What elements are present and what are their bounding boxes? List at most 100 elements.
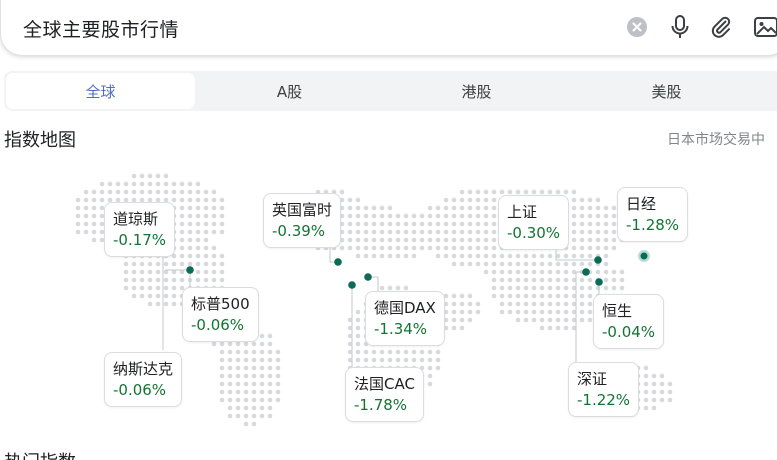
index-change: -1.34% — [374, 320, 428, 338]
map-dot — [267, 381, 273, 387]
map-dot — [171, 277, 177, 283]
index-card-dow-jones[interactable]: 道琼斯 -0.17% — [104, 202, 176, 257]
map-dot — [403, 245, 409, 251]
paperclip-icon[interactable] — [707, 13, 735, 41]
map-dot — [123, 261, 129, 267]
map-dot — [491, 213, 497, 219]
map-dot — [483, 221, 489, 227]
clear-icon[interactable] — [623, 13, 651, 41]
map-dot — [579, 285, 585, 291]
map-dot — [243, 373, 249, 379]
map-dot — [643, 365, 649, 371]
map-dot — [467, 189, 473, 195]
marker-ftse — [334, 258, 342, 266]
map-dot — [339, 245, 345, 251]
map-dot — [579, 253, 585, 259]
map-dot — [147, 173, 153, 179]
index-name: 法国CAC — [354, 375, 415, 393]
map-dot — [147, 293, 153, 299]
map-dot — [459, 325, 465, 331]
map-dot — [355, 309, 361, 315]
map-dot — [499, 309, 505, 315]
tab-hk-shares[interactable]: 港股 — [382, 73, 571, 109]
map-dot — [483, 197, 489, 203]
map-dot — [195, 221, 201, 227]
index-card-nikkei[interactable]: 日经 -1.28% — [617, 187, 689, 242]
search-query[interactable]: 全球主要股市行情 — [23, 15, 179, 42]
map-dot — [515, 189, 521, 195]
map-dot — [571, 205, 577, 211]
map-dot — [379, 285, 385, 291]
index-card-shanghai[interactable]: 上证 -0.30% — [498, 195, 570, 250]
index-card-ftse[interactable]: 英国富时 -0.39% — [263, 193, 342, 248]
map-dot — [475, 301, 481, 307]
map-dot — [587, 205, 593, 211]
tab-global[interactable]: 全球 — [6, 73, 195, 109]
map-dot — [395, 253, 401, 259]
mic-icon[interactable] — [666, 13, 694, 41]
map-dot — [123, 189, 129, 195]
map-dot — [179, 253, 185, 259]
map-dot — [411, 245, 417, 251]
map-dot — [371, 253, 377, 259]
map-dot — [523, 293, 529, 299]
map-dot — [395, 285, 401, 291]
index-card-dax[interactable]: 德国DAX -1.34% — [365, 291, 445, 346]
map-dot — [603, 229, 609, 235]
map-dot — [427, 365, 433, 371]
map-dot — [555, 261, 561, 267]
index-change: -0.06% — [113, 381, 167, 399]
index-card-hang-seng[interactable]: 恒生 -0.04% — [593, 294, 665, 349]
index-card-nasdaq[interactable]: 纳斯达克 -0.06% — [104, 352, 183, 407]
map-dot — [139, 277, 145, 283]
map-dot — [163, 261, 169, 267]
map-dot — [251, 357, 257, 363]
map-dot — [259, 357, 265, 363]
map-dot — [507, 261, 513, 267]
map-dot — [227, 341, 233, 347]
map-dot — [235, 373, 241, 379]
map-dot — [547, 317, 553, 323]
map-dot — [603, 205, 609, 211]
map-dot — [539, 317, 545, 323]
index-card-shenzhen[interactable]: 深证 -1.22% — [568, 362, 640, 417]
map-dot — [491, 245, 497, 251]
map-dot — [379, 245, 385, 251]
map-dot — [195, 269, 201, 275]
index-map: 道琼斯 -0.17% 标普500 -0.06% 纳斯达克 -0.06% 英国富时… — [0, 160, 777, 440]
map-dot — [387, 245, 393, 251]
hot-indices-heading: 热门指数 — [4, 448, 76, 460]
map-dot — [219, 373, 225, 379]
map-dot — [523, 277, 529, 283]
index-card-sp500[interactable]: 标普500 -0.06% — [182, 287, 259, 342]
search-bar[interactable]: 全球主要股市行情 — [0, 0, 777, 56]
map-dot — [651, 373, 657, 379]
tab-a-shares[interactable]: A股 — [195, 73, 384, 109]
map-dot — [219, 341, 225, 347]
map-dot — [603, 237, 609, 243]
map-dot — [259, 389, 265, 395]
map-dot — [139, 269, 145, 275]
map-dot — [155, 277, 161, 283]
map-dot — [411, 221, 417, 227]
map-dot — [235, 357, 241, 363]
map-dot — [155, 173, 161, 179]
map-dot — [499, 293, 505, 299]
tab-us-shares[interactable]: 美股 — [572, 73, 761, 109]
map-dot — [267, 389, 273, 395]
index-card-cac[interactable]: 法国CAC -1.78% — [345, 367, 424, 422]
map-dot — [371, 205, 377, 211]
map-dot — [347, 221, 353, 227]
map-dot — [259, 373, 265, 379]
map-dot — [467, 229, 473, 235]
map-dot — [411, 237, 417, 243]
map-dot — [235, 405, 241, 411]
map-dot — [275, 365, 281, 371]
map-dot — [491, 237, 497, 243]
map-dot — [115, 181, 121, 187]
map-dot — [379, 213, 385, 219]
map-dot — [539, 293, 545, 299]
image-search-icon[interactable] — [752, 13, 777, 41]
map-dot — [603, 269, 609, 275]
map-dot — [499, 253, 505, 259]
